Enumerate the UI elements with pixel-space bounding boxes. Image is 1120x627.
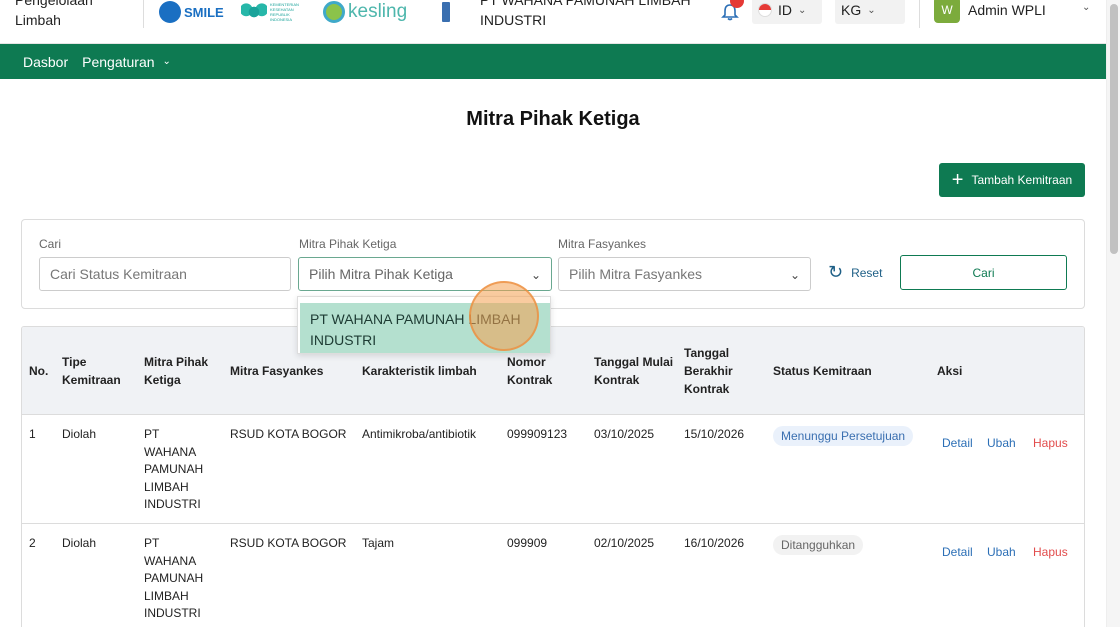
- delete-link[interactable]: Hapus: [1033, 436, 1068, 450]
- col-status: Status Kemitraan: [773, 364, 872, 378]
- notification-badge: [730, 0, 744, 8]
- cell-contract-no: 099909: [507, 536, 548, 550]
- edit-link[interactable]: Ubah: [987, 436, 1016, 450]
- plus-icon: +: [951, 169, 964, 191]
- cell-no: 1: [29, 427, 36, 441]
- refresh-icon: ↻: [828, 262, 844, 282]
- edit-link[interactable]: Ubah: [987, 545, 1016, 559]
- cell-waste: Tajam: [362, 536, 395, 550]
- kemenkes-logo-icon: [241, 1, 267, 23]
- cell-partner: PT WAHANA PAMUNAH LIMBAH INDUSTRI: [144, 427, 204, 511]
- add-partnership-button[interactable]: + Tambah Kemitraan: [939, 163, 1085, 197]
- col-no: No.: [29, 364, 49, 378]
- smile-logo-icon: [159, 1, 181, 23]
- chevron-down-icon: ⌄: [162, 56, 171, 67]
- col-facility: Mitra Fasyankes: [230, 364, 324, 378]
- divider: [143, 0, 144, 28]
- user-menu[interactable]: W Admin WPLI: [934, 0, 1094, 26]
- chevron-down-icon: ⌄: [530, 268, 541, 282]
- cell-start-date: 02/10/2025: [594, 536, 655, 550]
- page-scrollbar[interactable]: [1106, 0, 1120, 627]
- col-end-date: Tanggal Berakhir Kontrak: [684, 346, 733, 396]
- search-input[interactable]: Cari Status Kemitraan: [39, 257, 291, 291]
- company-name: PT WAHANA PAMUNAH LIMBAH INDUSTRI: [480, 0, 691, 28]
- chevron-down-icon: ⌄: [789, 268, 800, 282]
- company-logo-icon: [442, 2, 450, 22]
- avatar: W: [934, 0, 960, 23]
- detail-link[interactable]: Detail: [942, 436, 973, 450]
- cell-type: Diolah: [62, 536, 97, 550]
- filter-panel: Cari Cari Status Kemitraan Mitra Pihak K…: [21, 219, 1085, 309]
- table-header: No. Tipe Kemitraan Mitra Pihak Ketiga Mi…: [22, 327, 1084, 415]
- cell-end-date: 16/10/2026: [684, 536, 745, 550]
- col-type: Tipe Kemitraan: [62, 355, 121, 387]
- smile-logo: SMILE: [159, 0, 224, 24]
- language-value: ID: [778, 2, 792, 18]
- top-header: Pengelolaan Limbah SMILE KEMENTERIAN KES…: [0, 0, 1106, 44]
- kemenkes-logo-text: KEMENTERIAN KESEHATAN REPUBLIK INDONESIA: [270, 2, 299, 22]
- cell-contract-no: 099909123: [507, 427, 568, 441]
- cell-start-date: 03/10/2025: [594, 427, 655, 441]
- chevron-down-icon: ⌄: [867, 4, 876, 16]
- status-badge: Menunggu Persetujuan: [773, 426, 914, 446]
- search-button[interactable]: Cari: [900, 255, 1067, 290]
- col-waste: Karakteristik limbah: [362, 364, 477, 378]
- kesling-logo-icon: [323, 1, 345, 23]
- kesling-logo-text: kesling: [348, 1, 408, 22]
- cell-type: Diolah: [62, 427, 97, 441]
- kemenkes-logo: KEMENTERIAN KESEHATAN REPUBLIK INDONESIA: [241, 0, 300, 24]
- partner-select-placeholder: Pilih Mitra Pihak Ketiga: [309, 266, 453, 282]
- unit-value: KG: [841, 2, 862, 18]
- col-partner: Mitra Pihak Ketiga: [144, 355, 209, 387]
- unit-select[interactable]: KG ⌄: [835, 0, 905, 24]
- facility-label: Mitra Fasyankes: [558, 237, 647, 251]
- main-nav: Dasbor Pengaturan ⌄: [0, 44, 1106, 79]
- col-actions: Aksi: [937, 364, 963, 378]
- facility-select[interactable]: Pilih Mitra Fasyankes ⌄: [558, 257, 811, 291]
- chevron-down-icon: ⌄: [798, 4, 807, 16]
- kesling-logo: kesling: [323, 0, 407, 24]
- page-title: Mitra Pihak Ketiga: [466, 108, 640, 130]
- status-badge: Ditangguhkan: [773, 535, 864, 555]
- cell-no: 2: [29, 536, 36, 550]
- language-select[interactable]: ID ⌄: [752, 0, 822, 24]
- cell-facility: RSUD KOTA BOGOR: [230, 427, 347, 441]
- add-partnership-label: Tambah Kemitraan: [971, 173, 1073, 187]
- divider: [919, 0, 920, 28]
- app-name: Pengelolaan Limbah: [15, 0, 93, 28]
- detail-link[interactable]: Detail: [942, 545, 973, 559]
- partner-label: Mitra Pihak Ketiga: [299, 237, 397, 251]
- cell-end-date: 15/10/2026: [684, 427, 745, 441]
- click-indicator: [469, 281, 539, 351]
- reset-label: Reset: [851, 265, 883, 280]
- cell-partner: PT WAHANA PAMUNAH LIMBAH INDUSTRI: [144, 536, 204, 620]
- reset-button[interactable]: ↻ Reset: [828, 262, 882, 283]
- nav-item-label: Pengaturan: [82, 53, 155, 70]
- cell-waste: Antimikroba/antibiotik: [362, 427, 477, 441]
- nav-item-pengaturan[interactable]: Pengaturan ⌄: [82, 54, 171, 70]
- cell-facility: RSUD KOTA BOGOR: [230, 536, 347, 550]
- smile-logo-text: SMILE: [184, 4, 224, 20]
- search-label: Cari: [39, 237, 62, 251]
- col-start-date: Tanggal Mulai Kontrak: [594, 355, 674, 387]
- row-divider: [22, 523, 1084, 524]
- partnership-table: No. Tipe Kemitraan Mitra Pihak Ketiga Mi…: [21, 326, 1085, 627]
- indonesia-flag-icon: [758, 3, 772, 17]
- delete-link[interactable]: Hapus: [1033, 545, 1068, 559]
- chevron-down-icon[interactable]: ⌄: [1082, 2, 1090, 13]
- scrollbar-thumb[interactable]: [1110, 4, 1118, 254]
- company-logo: [442, 0, 450, 24]
- nav-item-dasbor[interactable]: Dasbor: [23, 54, 68, 70]
- user-name: Admin WPLI: [968, 2, 1046, 18]
- facility-select-placeholder: Pilih Mitra Fasyankes: [569, 266, 703, 282]
- col-contract-no: Nomor Kontrak: [507, 355, 553, 387]
